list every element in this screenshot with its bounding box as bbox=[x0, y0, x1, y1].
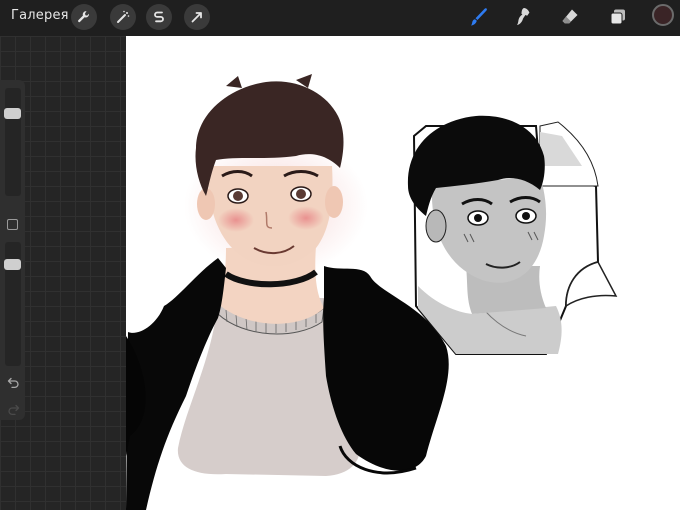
opacity-slider[interactable] bbox=[4, 242, 21, 366]
smudge-icon[interactable] bbox=[510, 3, 538, 31]
selection-icon[interactable] bbox=[146, 4, 172, 30]
magic-wand-icon[interactable] bbox=[110, 4, 136, 30]
artwork bbox=[126, 74, 618, 510]
brush-size-slider[interactable] bbox=[4, 88, 21, 196]
drawing-canvas[interactable] bbox=[126, 36, 680, 510]
brush-size-thumb[interactable] bbox=[4, 108, 21, 119]
gallery-button[interactable]: Галерея bbox=[11, 8, 69, 23]
undo-icon[interactable] bbox=[5, 374, 21, 390]
colored-portrait bbox=[126, 74, 449, 510]
color-swatch[interactable] bbox=[652, 4, 674, 26]
brush-icon[interactable] bbox=[465, 3, 493, 31]
reference-panel bbox=[407, 115, 618, 355]
top-toolbar: Галерея bbox=[0, 0, 680, 36]
modify-button[interactable] bbox=[7, 219, 18, 230]
wrench-icon[interactable] bbox=[71, 4, 97, 30]
eraser-icon[interactable] bbox=[556, 3, 584, 31]
layers-icon[interactable] bbox=[604, 3, 632, 31]
side-toolbar bbox=[0, 80, 25, 420]
redo-icon[interactable] bbox=[5, 401, 21, 417]
opacity-thumb[interactable] bbox=[4, 259, 21, 270]
move-arrow-icon[interactable] bbox=[184, 4, 210, 30]
